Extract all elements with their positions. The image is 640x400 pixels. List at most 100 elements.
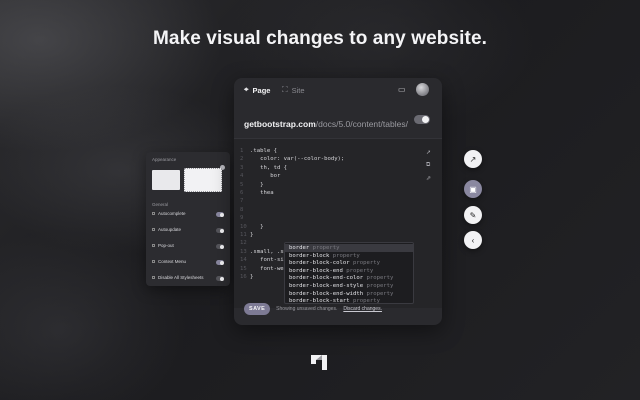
checkbox-icon[interactable] [152, 244, 155, 248]
crosshair-icon: ⌖ [244, 85, 249, 94]
settings-title: Appearance [152, 157, 177, 162]
tab-page[interactable]: ⌖ Page [244, 85, 270, 95]
line-number: 13 [240, 248, 247, 255]
code-text: } [250, 181, 264, 188]
tab-page-label: Page [252, 85, 271, 95]
option-name: border [289, 245, 313, 251]
code-line[interactable]: 4 bor [240, 172, 280, 180]
setting-label: Pop-out [158, 243, 174, 248]
code-line[interactable]: 7 [240, 197, 250, 205]
code-tools: ➚ ⧉ ⇗ [426, 149, 431, 182]
url-path: /docs/5.0/content/tables/ [315, 119, 408, 129]
url-bar: getbootstrap.com/docs/5.0/content/tables… [244, 114, 434, 129]
option-name: border-block-end [289, 267, 347, 274]
checkbox-icon[interactable] [152, 276, 155, 280]
code-line[interactable]: 12 [240, 239, 250, 247]
line-number: 11 [240, 232, 247, 238]
code-text: bor [250, 173, 281, 180]
line-number: 3 [240, 164, 244, 171]
option-name: border-block-end-style [289, 283, 367, 289]
settings-general-heading: General [152, 202, 169, 207]
setting-row[interactable]: Autocomplete [152, 211, 224, 219]
line-number: 5 [240, 181, 244, 188]
option-hint: property [312, 245, 340, 251]
setting-row[interactable]: Pop-out [152, 243, 224, 251]
css-editor-panel: ⌖ Page ⛶ Site ▭ getbootstrap.com/docs/5.… [234, 78, 442, 325]
frame-icon: ⛶ [282, 85, 288, 94]
line-number: 14 [240, 257, 247, 264]
code-text: } [250, 232, 254, 238]
editor-footer: SAVE Showing unsaved changes. Discard ch… [244, 303, 382, 315]
page-headline: Make visual changes to any website. [152, 28, 487, 49]
line-number: 9 [240, 215, 244, 222]
option-hint: property [366, 275, 394, 282]
setting-row[interactable]: Autoupdate [152, 227, 224, 235]
code-text: } [250, 274, 254, 280]
code-line[interactable]: 11} [240, 231, 253, 239]
code-line[interactable]: 2 color: var(--color-body); [240, 155, 344, 163]
setting-toggle[interactable] [216, 260, 224, 265]
discard-link[interactable]: Discard changes. [343, 306, 382, 312]
brand-logo [311, 355, 327, 370]
code-line[interactable]: 8 [240, 206, 250, 214]
pencil-icon[interactable]: ✎ [464, 206, 482, 224]
line-number: 15 [240, 265, 247, 272]
external-link-icon[interactable]: ⇗ [426, 175, 431, 182]
option-name: border-block-end-width [289, 290, 367, 297]
setting-label: Context Menu [158, 259, 187, 264]
code-line[interactable]: 9 [240, 214, 250, 222]
setting-row[interactable]: Disable All Stylesheets [152, 275, 224, 283]
setting-label: Autoupdate [158, 227, 182, 232]
editor-header: ⌖ Page ⛶ Site ▭ [234, 78, 442, 104]
checkbox-icon[interactable] [152, 212, 155, 216]
inspect-icon[interactable]: ▣ [464, 180, 482, 198]
setting-toggle[interactable] [216, 276, 224, 281]
code-line[interactable]: 3 th, td { [240, 164, 287, 172]
unsaved-status: Showing unsaved changes. [276, 306, 338, 312]
theme-preview-light[interactable] [184, 168, 222, 192]
setting-toggle[interactable] [216, 244, 224, 249]
line-number: 2 [240, 156, 244, 163]
setting-row[interactable]: Context Menu [152, 259, 224, 267]
option-name: border-block-end-color [289, 275, 367, 282]
setting-label: Autocomplete [158, 211, 186, 216]
code-line[interactable]: 1 .table { [240, 147, 277, 155]
code-line[interactable]: 6 thea [240, 189, 274, 197]
theme-preview-dark[interactable] [152, 170, 180, 190]
tab-site-label: Site [291, 85, 305, 95]
option-name: border-block [289, 252, 333, 259]
setting-toggle[interactable] [216, 212, 224, 217]
chevron-left-icon[interactable]: ‹ [464, 231, 482, 249]
code-line[interactable]: 10 } [240, 223, 263, 231]
copy-icon[interactable]: ⧉ [426, 162, 431, 169]
code-text: } [250, 223, 264, 230]
page-toggle[interactable] [414, 115, 430, 124]
setting-label: Disable All Stylesheets [158, 275, 204, 280]
option-name: border-block-color [289, 260, 353, 267]
checkbox-icon[interactable] [152, 260, 155, 264]
arrow-up-right-icon[interactable]: ↗ [464, 150, 482, 168]
checkbox-icon[interactable] [152, 228, 155, 232]
line-number: 16 [240, 274, 247, 280]
line-number: 8 [240, 206, 244, 213]
line-number: 12 [240, 240, 247, 247]
code-line[interactable]: 5 } [240, 181, 263, 189]
pointer-icon[interactable]: ➚ [426, 149, 431, 156]
option-hint: property [332, 252, 360, 259]
tab-site[interactable]: ⛶ Site [282, 85, 305, 95]
line-number: 1 [240, 148, 244, 154]
code-editor[interactable]: 16}15 font-weight: inherit;14 font-size:… [234, 138, 442, 308]
code-text: thea [250, 190, 274, 196]
avatar[interactable] [416, 83, 429, 96]
option-hint: property [353, 260, 380, 267]
option-hint: property [366, 290, 394, 297]
option-hint: property [366, 283, 394, 289]
book-icon[interactable]: ▭ [398, 85, 406, 94]
save-button[interactable]: SAVE [244, 303, 271, 315]
line-number: 4 [240, 173, 244, 180]
line-number: 6 [240, 190, 244, 196]
code-line[interactable]: 16} [240, 273, 253, 281]
line-number: 7 [240, 198, 244, 205]
settings-panel: Appearance General Autocomplete Autoupdat… [146, 152, 230, 286]
setting-toggle[interactable] [216, 228, 224, 233]
